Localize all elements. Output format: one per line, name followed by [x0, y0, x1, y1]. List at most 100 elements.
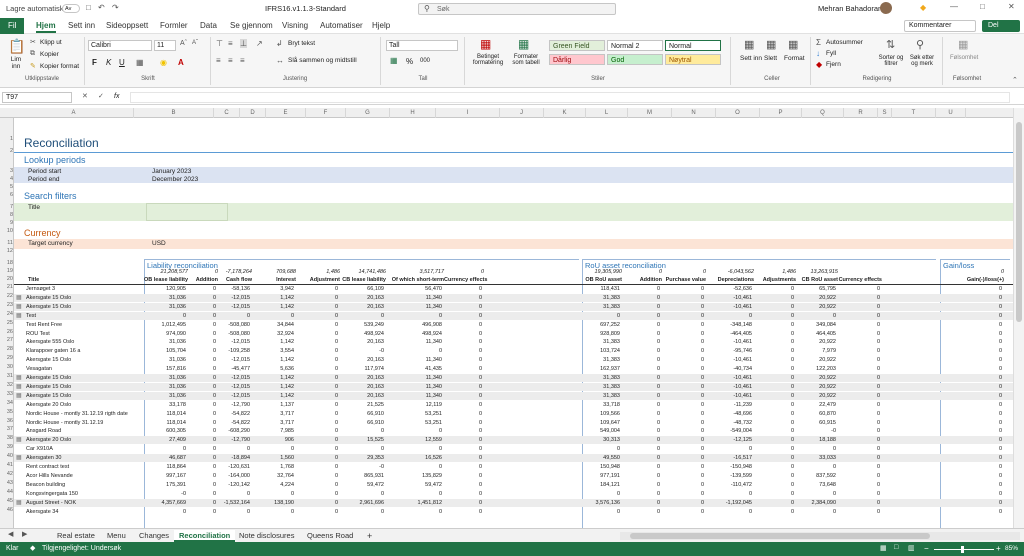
gain-cell[interactable]: 0	[944, 383, 1004, 391]
rou-cell[interactable]: 0	[754, 499, 796, 507]
format-table-icon[interactable]: ▦	[518, 37, 529, 51]
liability-cell[interactable]: 105,704	[144, 347, 188, 355]
rou-cell[interactable]: 0	[622, 374, 662, 382]
rou-cell[interactable]: 109,647	[582, 419, 622, 427]
rou-cell[interactable]: 0	[754, 338, 796, 346]
rou-cell[interactable]: 0	[622, 481, 662, 489]
rou-cell[interactable]: 162,937	[582, 365, 622, 373]
rou-cell[interactable]: 0	[754, 312, 796, 320]
tab-menu[interactable]: Menu	[102, 530, 131, 542]
liability-cell[interactable]: 157,816	[144, 365, 188, 373]
row-number[interactable]: 46	[0, 507, 14, 513]
liability-cell[interactable]: 0	[444, 463, 484, 471]
liability-cell[interactable]: 20,163	[340, 338, 386, 346]
row-number[interactable]: 36	[0, 418, 14, 424]
total-cell[interactable]: 709,688	[252, 269, 296, 275]
liability-cell[interactable]: 3,717	[252, 410, 296, 418]
liability-cell[interactable]: 0	[296, 445, 340, 453]
liability-cell[interactable]: 0	[444, 427, 484, 435]
row-title[interactable]: Akersgaten 30	[26, 454, 142, 462]
row-title[interactable]: Test	[26, 312, 142, 320]
rou-cell[interactable]: 0	[838, 294, 882, 302]
liability-cell[interactable]: 11,340	[386, 294, 444, 302]
liability-cell[interactable]: 46,687	[144, 454, 188, 462]
liability-cell[interactable]: -120,631	[218, 463, 252, 471]
liability-cell[interactable]: 53,251	[386, 419, 444, 427]
liability-cell[interactable]: 0	[296, 374, 340, 382]
liability-cell[interactable]: 0	[218, 508, 252, 516]
minimize-icon[interactable]: —	[950, 2, 958, 11]
row-title[interactable]: Akersgate 20 Oslo	[26, 401, 142, 409]
column-header-j[interactable]: J	[500, 108, 544, 118]
style-normal-2[interactable]: Normal 2	[607, 40, 663, 51]
rou-cell[interactable]: 0	[622, 499, 662, 507]
thousands-button[interactable]: 000	[420, 58, 430, 64]
fill-color-icon[interactable]: ◉	[160, 58, 167, 67]
table-row[interactable]: ▦ Test 0 0 0 0 0 0 0 0 0 0 0 0 0 0 0 0	[14, 311, 1013, 320]
rou-cell[interactable]: 0	[838, 330, 882, 338]
liability-cell[interactable]: 11,340	[386, 303, 444, 311]
row-number[interactable]: 43	[0, 480, 14, 486]
column-header-f[interactable]: F	[306, 108, 346, 118]
liability-cell[interactable]: 1,142	[252, 392, 296, 400]
tab-changes[interactable]: Changes	[134, 530, 174, 542]
liability-cell[interactable]: 3,942	[252, 285, 296, 293]
liability-cell[interactable]: 0	[188, 374, 218, 382]
gain-cell[interactable]: 0	[944, 347, 1004, 355]
liability-cell[interactable]: 0	[188, 410, 218, 418]
title-filter-input[interactable]	[146, 203, 228, 221]
liability-cell[interactable]: 0	[340, 490, 386, 498]
row-number[interactable]: 5	[0, 184, 14, 190]
liability-cell[interactable]: -109,258	[218, 347, 252, 355]
table-row[interactable]: Akersgate 20 Oslo 33,178 0 -12,790 1,137 0 21,…	[14, 401, 1013, 409]
table-row[interactable]: ▦ Akersgate 15 Oslo 31,036 0 -12,015 1,142 0 20…	[14, 374, 1013, 382]
liability-cell[interactable]: 29,353	[340, 454, 386, 462]
rou-cell[interactable]: 103,724	[582, 347, 622, 355]
row-title[interactable]: Vesagatan	[26, 365, 142, 373]
liability-cell[interactable]: 0	[188, 312, 218, 320]
zoom-slider[interactable]	[934, 546, 994, 553]
tab-note-disclosures[interactable]: Note disclosures	[234, 530, 299, 542]
column-header-u[interactable]: U	[936, 108, 966, 118]
liability-cell[interactable]: 0	[444, 312, 484, 320]
rou-cell[interactable]: -10,461	[706, 374, 754, 382]
style-good[interactable]: God	[607, 54, 663, 65]
gain-cell[interactable]: 0	[944, 463, 1004, 471]
align-right-icon[interactable]: ≡	[240, 56, 245, 65]
liability-cell[interactable]: 20,163	[340, 374, 386, 382]
liability-cell[interactable]: 0	[252, 445, 296, 453]
row-number[interactable]: 39	[0, 444, 14, 450]
rou-cell[interactable]: 0	[662, 454, 706, 462]
cancel-icon[interactable]: ✕	[82, 92, 88, 100]
liability-cell[interactable]: -12,015	[218, 392, 252, 400]
liability-column-header[interactable]: CB lease liability	[340, 277, 386, 283]
column-header-c[interactable]: C	[214, 108, 240, 118]
liability-cell[interactable]: 11,340	[386, 383, 444, 391]
row-title[interactable]: August Street - NOK	[26, 499, 142, 507]
liability-cell[interactable]: -0	[340, 463, 386, 471]
rou-cell[interactable]: -16,517	[706, 454, 754, 462]
row-number[interactable]: 33	[0, 391, 14, 397]
rou-cell[interactable]: 0	[838, 436, 882, 444]
rou-cell[interactable]: 2,384,090	[796, 499, 838, 507]
liability-cell[interactable]: 1,012,495	[144, 321, 188, 329]
liability-cell[interactable]: 56,470	[386, 285, 444, 293]
row-number[interactable]: 45	[0, 498, 14, 504]
sort-filter-button[interactable]: Sorter og filtrer	[876, 55, 906, 67]
align-middle-icon[interactable]: ≡	[228, 39, 233, 48]
group-icon[interactable]: ▦	[16, 392, 22, 400]
scroll-thumb[interactable]	[1016, 122, 1022, 322]
rou-cell[interactable]: 0	[662, 490, 706, 498]
liability-cell[interactable]: 0	[188, 356, 218, 364]
liability-cell[interactable]: 31,036	[144, 303, 188, 311]
liability-cell[interactable]: 1,560	[252, 454, 296, 462]
liability-cell[interactable]: 0	[386, 427, 444, 435]
rou-cell[interactable]: 0	[662, 374, 706, 382]
liability-cell[interactable]: 27,409	[144, 436, 188, 444]
menu-page-layout[interactable]: Sideoppsett	[106, 21, 148, 30]
row-title[interactable]: Akersgate 15 Oslo	[26, 294, 142, 302]
liability-cell[interactable]: 0	[444, 303, 484, 311]
liability-cell[interactable]: 0	[296, 383, 340, 391]
row-number[interactable]: 10	[0, 228, 14, 234]
liability-cell[interactable]: 0	[386, 490, 444, 498]
